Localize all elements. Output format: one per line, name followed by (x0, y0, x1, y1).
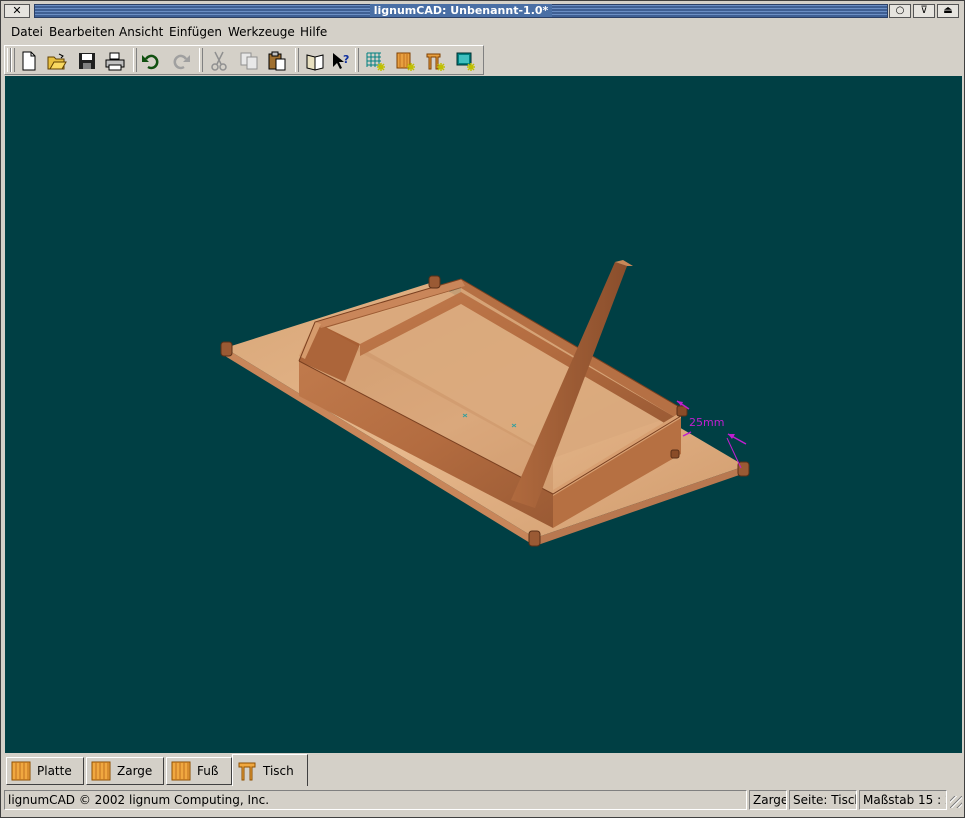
open-button[interactable] (45, 49, 69, 73)
window-maximize-button[interactable]: ⏏ (937, 4, 959, 18)
window-minimize-button[interactable]: ⊽ (913, 4, 935, 18)
save-button[interactable] (75, 49, 99, 73)
open-folder-icon (47, 53, 67, 70)
manual-book-icon (306, 54, 324, 71)
menu-hilfe[interactable]: Hilfe (300, 25, 327, 39)
status-selection: Zarge (749, 790, 787, 810)
manual-button[interactable] (303, 49, 327, 73)
print-button[interactable] (103, 49, 127, 73)
paste-button[interactable] (265, 49, 289, 73)
tab-label: Zarge (117, 764, 153, 778)
copy-icon (240, 52, 258, 70)
new-assembly-button[interactable] (423, 49, 447, 73)
tab-fuss[interactable]: Fuß (166, 757, 232, 785)
tab-tisch[interactable]: Tisch (232, 754, 308, 786)
whats-this-icon: ? (333, 53, 349, 69)
copy-button[interactable] (237, 49, 261, 73)
status-page: Seite: Tisch (789, 790, 857, 810)
new-assembly-icon (426, 53, 445, 71)
save-disk-icon (79, 53, 95, 69)
tab-platte[interactable]: Platte (6, 757, 84, 785)
status-message: lignumCAD © 2002 lignum Computing, Inc. (4, 790, 747, 810)
menu-einfuegen[interactable]: Einfügen (169, 25, 222, 39)
window-close-button[interactable]: ✕ (4, 4, 30, 18)
redo-icon (173, 54, 190, 70)
new-sketch-icon (366, 52, 385, 71)
toolbar-separator (295, 48, 299, 72)
tab-label: Fuß (197, 764, 219, 778)
svg-text:?: ? (343, 53, 349, 66)
3d-viewport[interactable]: 25mm (5, 76, 962, 753)
toolbar-separator (355, 48, 359, 72)
page-tabs: Platte Zarge Fuß Tisch (4, 754, 964, 788)
dimension-label: 25mm (689, 416, 724, 429)
title-bar: ✕ lignumCAD: Unbenannt-1.0* ○ ⊽ ⏏ (2, 2, 963, 20)
menu-bar: Datei Bearbeiten Ansicht Einfügen Werkze… (2, 21, 963, 43)
toolbar-grip[interactable] (11, 48, 15, 72)
menu-datei[interactable]: Datei (11, 25, 43, 39)
resize-grip[interactable] (950, 796, 962, 808)
redo-button[interactable] (169, 49, 193, 73)
main-toolbar: ? (4, 45, 484, 75)
part-icon (171, 761, 191, 781)
tab-label: Platte (37, 764, 72, 778)
print-icon (105, 52, 125, 71)
window-shade-button[interactable]: ○ (889, 4, 911, 18)
table-model[interactable]: 25mm (5, 76, 962, 753)
cut-button[interactable] (207, 49, 231, 73)
title-strip[interactable]: lignumCAD: Unbenannt-1.0* (34, 4, 888, 18)
status-scale: Maßstab 15 : 2 (859, 790, 947, 810)
new-drawing-button[interactable] (453, 49, 477, 73)
new-file-button[interactable] (17, 49, 41, 73)
whats-this-button[interactable]: ? (329, 49, 353, 73)
paste-icon (268, 51, 286, 71)
toolbar-separator (133, 48, 137, 72)
menu-ansicht[interactable]: Ansicht (119, 25, 163, 39)
undo-icon (142, 54, 159, 70)
menu-bearbeiten[interactable]: Bearbeiten (49, 25, 115, 39)
new-sketch-button[interactable] (363, 49, 387, 73)
assembly-icon (238, 762, 256, 780)
undo-button[interactable] (139, 49, 163, 73)
menu-werkzeuge[interactable]: Werkzeuge (228, 25, 295, 39)
new-part-button[interactable] (393, 49, 417, 73)
tab-label: Tisch (263, 763, 294, 778)
part-icon (11, 761, 31, 781)
application-window: ✕ lignumCAD: Unbenannt-1.0* ○ ⊽ ⏏ Datei … (0, 0, 965, 818)
new-file-icon (22, 51, 36, 71)
cut-icon (211, 51, 227, 71)
new-drawing-icon (456, 52, 475, 71)
new-part-icon (396, 52, 415, 71)
toolbar-separator (199, 48, 203, 72)
part-icon (91, 761, 111, 781)
tab-zarge[interactable]: Zarge (86, 757, 164, 785)
status-bar: lignumCAD © 2002 lignum Computing, Inc. … (4, 790, 964, 810)
window-title: lignumCAD: Unbenannt-1.0* (369, 4, 553, 17)
